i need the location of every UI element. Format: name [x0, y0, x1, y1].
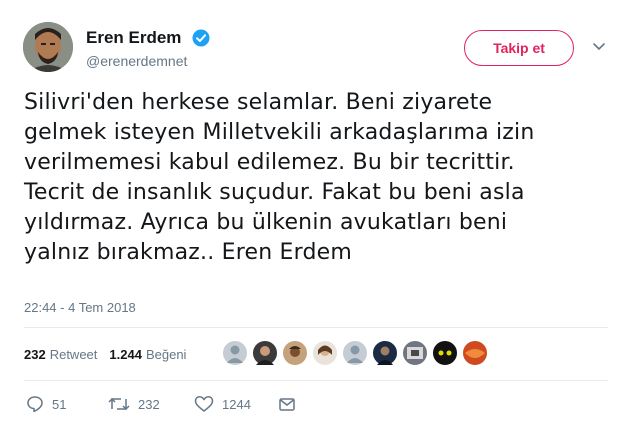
liker-avatar[interactable] — [462, 340, 488, 366]
retweet-count[interactable]: 232 — [24, 347, 46, 362]
tweet-line: Silivri'den herkese selamlar. Beni ziyar… — [24, 90, 493, 115]
tweet-line: Tecrit de insanlık suçudur. Fakat bu ben… — [24, 180, 525, 205]
retweet-label[interactable]: Retweet — [50, 347, 98, 362]
retweet-icon — [108, 397, 130, 411]
reply-count: 51 — [52, 396, 67, 412]
avatar-photo-icon — [289, 346, 301, 357]
liker-avatar[interactable] — [282, 340, 308, 366]
display-name[interactable]: Eren Erdem — [86, 28, 181, 48]
avatar-photo-icon — [377, 346, 393, 365]
reply-icon — [27, 396, 43, 413]
heart-icon — [194, 396, 214, 412]
profile-photo — [23, 22, 73, 72]
verified-badge-icon — [192, 29, 210, 47]
tweet-line: verilmemesi kabul edilemez. Bu bir tecri… — [24, 150, 515, 175]
reply-button[interactable]: 51 — [26, 393, 66, 415]
liker-avatars — [222, 340, 602, 366]
tweet-actions: 51 232 1244 — [26, 393, 326, 415]
envelope-icon — [279, 398, 295, 411]
liker-avatar[interactable] — [432, 340, 458, 366]
avatar-photo-icon — [256, 346, 274, 365]
liker-avatar[interactable] — [342, 340, 368, 366]
follow-button[interactable]: Takip et — [464, 30, 574, 66]
avatar-photo-icon — [438, 350, 452, 356]
liker-avatar[interactable] — [312, 340, 338, 366]
like-label[interactable]: Beğeni — [146, 347, 186, 362]
retweet-action-count: 232 — [138, 396, 160, 412]
liker-avatar[interactable] — [252, 340, 278, 366]
divider — [24, 380, 608, 381]
tweet-line: yıldırmaz. Ayrıca bu ülkenin avukatları … — [24, 210, 508, 235]
like-button[interactable]: 1244 — [194, 393, 251, 415]
avatar-default-icon — [227, 345, 243, 363]
like-action-count: 1244 — [222, 396, 251, 412]
avatar-photo-icon — [318, 345, 332, 356]
like-count[interactable]: 1.244 — [109, 347, 142, 362]
message-button[interactable] — [278, 393, 296, 415]
avatar-default-icon — [347, 345, 363, 363]
avatar-photo-icon — [465, 349, 485, 358]
tweet-timestamp[interactable]: 22:44 - 4 Tem 2018 — [24, 300, 136, 315]
liker-avatar[interactable] — [402, 340, 428, 366]
tweet-stats: 232 Retweet 1.244 Beğeni — [24, 343, 198, 365]
user-handle[interactable]: @erenerdemnet — [86, 53, 187, 69]
tweet-line: yalnız bırakmaz.. Eren Erdem — [24, 240, 353, 265]
tweet-text: Silivri'den herkese selamlar. Beni ziyar… — [24, 88, 624, 268]
liker-avatar[interactable] — [222, 340, 248, 366]
tweet-line: gelmek isteyen Milletvekili arkadaşlarım… — [24, 120, 535, 145]
chevron-down-icon[interactable] — [592, 42, 606, 52]
avatar[interactable] — [23, 22, 73, 72]
liker-avatar[interactable] — [372, 340, 398, 366]
avatar-photo-icon — [407, 347, 423, 359]
divider — [24, 327, 608, 328]
retweet-button[interactable]: 232 — [108, 393, 160, 415]
